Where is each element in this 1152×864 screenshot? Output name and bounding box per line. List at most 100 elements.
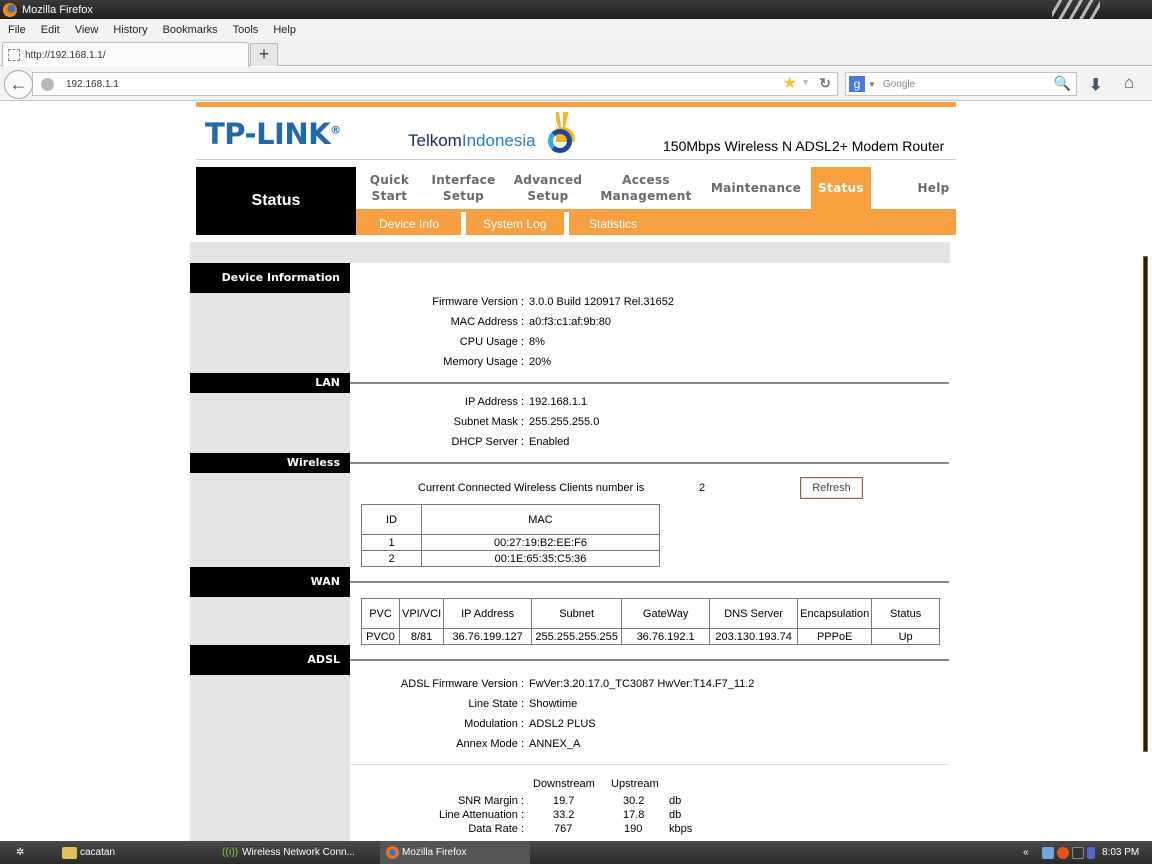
search-engine-dropdown-icon[interactable]: ▼	[868, 80, 876, 89]
download-icon[interactable]: ⬇	[1089, 75, 1102, 95]
menu-bookmarks[interactable]: Bookmarks	[163, 24, 218, 36]
dhcp-server-value: Enabled	[529, 436, 570, 448]
tray-expand-button[interactable]: «	[1023, 841, 1029, 864]
section-divider	[350, 659, 949, 661]
line-attenuation-label: Line Attenuation :	[438, 809, 524, 821]
snr-margin-down: 19.7	[553, 795, 575, 807]
menu-edit[interactable]: Edit	[41, 24, 60, 36]
search-icon[interactable]: 🔍	[1054, 75, 1071, 92]
usb-icon[interactable]	[1087, 846, 1095, 859]
nav-maintenance[interactable]: Maintenance	[706, 167, 806, 209]
wan-pvc: PVC0	[361, 628, 400, 645]
taskbar-item-cacatan[interactable]: cacatan	[62, 841, 115, 864]
menu-file[interactable]: File	[8, 24, 26, 36]
column-header-mac: MAC	[421, 504, 660, 535]
nav-help[interactable]: Help	[911, 167, 956, 209]
back-arrow-icon: ←	[9, 74, 28, 94]
search-input[interactable]: Google	[883, 79, 915, 90]
telkom-ring-icon	[548, 129, 572, 153]
column-header-pvc: PVC	[361, 598, 400, 629]
mac-address-label: MAC Address :	[450, 316, 524, 328]
adsl-firmware-label: ADSL Firmware Version :	[400, 678, 524, 690]
model-name: 150Mbps Wireless N ADSL2+ Modem Router	[663, 138, 945, 154]
google-logo-icon[interactable]: g	[849, 76, 865, 92]
bookmark-star-icon[interactable]: ★	[783, 75, 797, 93]
nav-access-management[interactable]: Access Management	[596, 167, 696, 209]
table-header-row: ID MAC	[361, 504, 660, 535]
upstream-header: Upstream	[611, 778, 659, 790]
taskbar-item-wireless-network[interactable]: ((ı)) Wireless Network Conn...	[222, 841, 355, 864]
section-divider	[350, 382, 949, 384]
snr-margin-label: SNR Margin :	[457, 795, 524, 807]
subnav-separator	[461, 212, 466, 235]
subnav-statistics[interactable]: Statistics	[589, 209, 637, 235]
nav-status[interactable]: Status	[811, 167, 871, 209]
search-bar[interactable]: g ▼ Google 🔍	[845, 72, 1077, 96]
url-bar[interactable]: 192.168.1.1 ★ ▼ ↻	[32, 72, 838, 96]
url-text[interactable]: 192.168.1.1	[66, 79, 119, 90]
cpu-usage-label: CPU Usage :	[459, 336, 524, 348]
window-decoration	[1052, 0, 1100, 19]
subnav-system-log[interactable]: System Log	[483, 209, 546, 235]
home-icon[interactable]: ⌂	[1124, 73, 1134, 93]
subnav-device-info[interactable]: Device Info	[379, 209, 439, 235]
client-id: 2	[361, 550, 422, 567]
wan-gateway: 36.76.192.1	[621, 628, 711, 645]
lan-ip-label: IP Address :	[464, 396, 524, 408]
data-rate-unit: kbps	[669, 823, 693, 835]
navigation-bar: 192.168.1.1 ★ ▼ ↻ ← g ▼ Google 🔍 ⬇ ⌂	[0, 67, 1152, 101]
column-header-ip-address: IP Address	[443, 598, 533, 629]
lan-subnet-label: Subnet Mask :	[453, 416, 524, 428]
menu-tools[interactable]: Tools	[233, 24, 259, 36]
taskbar-item-firefox[interactable]: Mozilla Firefox	[380, 841, 530, 864]
mac-address-value: a0:f3:c1:af:9b:80	[529, 316, 611, 328]
start-icon: ✲	[16, 847, 25, 858]
header-accent-bar	[196, 102, 956, 107]
line-state-value: Showtime	[529, 698, 578, 710]
reload-icon[interactable]: ↻	[819, 75, 831, 92]
main-nav: Quick Start Interface Setup Advanced Setup …	[356, 167, 956, 209]
folder-icon	[62, 846, 77, 859]
back-button[interactable]: ←	[4, 70, 33, 99]
section-wan: WAN	[190, 567, 350, 597]
wan-status: Up	[871, 628, 940, 645]
client-mac: 00:1E:65:35:C5:36	[421, 550, 660, 567]
refresh-button[interactable]: Refresh	[800, 477, 863, 499]
menu-history[interactable]: History	[113, 24, 147, 36]
wan-encapsulation: PPPoE	[797, 628, 873, 645]
tab-bar: http://192.168.1.1/ +	[0, 41, 1152, 67]
section-divider	[350, 462, 949, 464]
nav-interface-setup[interactable]: Interface Setup	[426, 167, 501, 209]
tab-title: http://192.168.1.1/	[25, 49, 106, 61]
column-header-encapsulation: Encapsulation	[797, 598, 873, 629]
column-header-id: ID	[361, 504, 422, 535]
lan-ip-value: 192.168.1.1	[529, 396, 588, 408]
nav-advanced-setup[interactable]: Advanced Setup	[506, 167, 590, 209]
data-rate-up: 190	[624, 823, 643, 835]
data-rate-label: Data Rate :	[468, 823, 524, 835]
device-icon[interactable]	[1072, 846, 1084, 859]
wan-dns-server: 203.130.193.74	[709, 628, 799, 645]
clock: 8:03 PM	[1102, 847, 1140, 858]
client-mac: 00:27:19:B2:EE:F6	[421, 534, 660, 551]
browser-tab[interactable]: http://192.168.1.1/	[2, 42, 249, 67]
history-dropdown-icon[interactable]: ▼	[801, 77, 810, 87]
memory-usage-value: 20%	[529, 356, 552, 368]
firefox-icon	[386, 846, 399, 859]
start-button[interactable]: ✲	[16, 841, 24, 864]
firmware-version-value: 3.0.0 Build 120917 Rel.31652	[529, 296, 674, 308]
wan-ip-address: 36.76.199.127	[443, 628, 533, 645]
nav-quick-start[interactable]: Quick Start	[356, 167, 423, 209]
current-section-title: Status	[196, 167, 356, 235]
menu-view[interactable]: View	[75, 24, 99, 36]
menu-help[interactable]: Help	[273, 24, 296, 36]
modulation-value: ADSL2 PLUS	[529, 718, 596, 730]
table-row: 1 00:27:19:B2:EE:F6	[361, 534, 660, 551]
section-wireless: Wireless	[190, 453, 350, 473]
new-tab-button[interactable]: +	[250, 43, 278, 66]
network-status-icon[interactable]	[1042, 846, 1054, 859]
page-scrollbar[interactable]	[1143, 256, 1148, 752]
wireless-clients-table: ID MAC 1 00:27:19:B2:EE:F6 2 00:1E:65:35…	[361, 504, 660, 567]
alert-icon[interactable]	[1057, 846, 1069, 859]
firmware-version-label: Firmware Version :	[432, 296, 524, 308]
